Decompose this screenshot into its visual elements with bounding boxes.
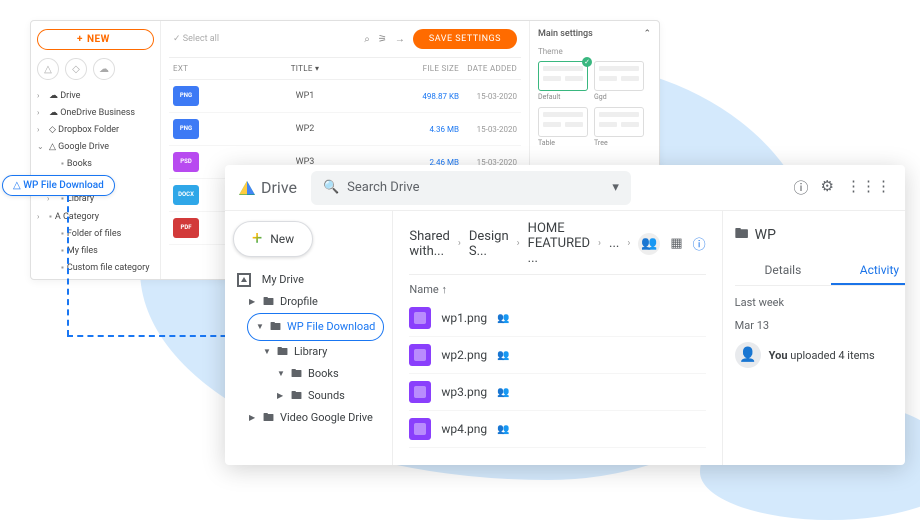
drive-file-list: Shared with...› Design S...› HOME FEATUR… <box>393 211 721 465</box>
gear-icon[interactable]: ⚙ <box>821 177 834 198</box>
wp-sidebar: +NEW △ ◇ ☁ ›☁ Drive ›☁ OneDrive Business… <box>31 21 161 279</box>
activity-you: You <box>769 349 788 362</box>
table-row[interactable]: PNGWP1498.87 KB15-03-2020 <box>169 80 521 113</box>
cloud-icons-row: △ ◇ ☁ <box>37 58 154 80</box>
drive-sidebar: +New My Drive ▶🖿Dropfile ▼🖿WP File Downl… <box>225 211 392 465</box>
search-placeholder: Search Drive <box>347 180 604 195</box>
activity-date: Mar 13 <box>735 319 905 332</box>
tree-books[interactable]: ▪Books <box>47 156 154 173</box>
tree-dropfile[interactable]: ▶🖿Dropfile <box>233 291 384 313</box>
drive-triangle-icon <box>239 181 255 195</box>
list-header[interactable]: Name ↑ <box>409 283 705 296</box>
share-icon[interactable]: 👥 <box>638 233 660 255</box>
search-icon[interactable]: ⌕ <box>364 34 370 45</box>
tree-drive[interactable]: ›☁ Drive <box>37 88 154 105</box>
tree-mydrive[interactable]: My Drive <box>233 269 384 291</box>
wp-file-download-pill[interactable]: △ WP File Download <box>2 175 115 196</box>
theme-label: Theme <box>538 47 651 56</box>
filter-icon[interactable]: ⚞ <box>378 34 387 45</box>
hdr-title[interactable]: TITLE ▾ <box>211 64 399 73</box>
search-drive[interactable]: 🔍 Search Drive ▾ <box>311 171 631 205</box>
connector-line <box>67 196 69 336</box>
collapse-icon[interactable]: ⌃ <box>643 29 651 39</box>
theme-option[interactable]: Table <box>538 107 588 147</box>
theme-option[interactable]: Ggd <box>594 61 644 101</box>
info-tabs: Details Activity <box>735 257 905 286</box>
activity-text: uploaded 4 items <box>790 349 874 362</box>
tree-dropbox[interactable]: ›◇ Dropbox Folder <box>37 122 154 139</box>
section-lastweek: Last week <box>735 296 905 309</box>
tree-sounds[interactable]: ▶🖿Sounds <box>233 385 384 407</box>
crumb-item[interactable]: ... <box>609 236 619 251</box>
google-drive-panel: Drive 🔍 Search Drive ▾ ⓘ ⚙ ⋮⋮⋮ +New My D… <box>225 165 905 465</box>
arrow-icon[interactable]: → <box>395 34 405 45</box>
tree-myfiles[interactable]: ▪My files <box>47 243 154 260</box>
tree-video[interactable]: ▶🖿Video Google Drive <box>233 407 384 429</box>
hdr-size[interactable]: FILE SIZE <box>399 64 459 73</box>
dropbox-icon[interactable]: ◇ <box>65 58 87 80</box>
theme-option[interactable]: Default <box>538 61 588 101</box>
tree-books[interactable]: ▼🖿Books <box>233 363 384 385</box>
drive-file-row[interactable]: wp3.png👥 <box>409 374 705 411</box>
grid-view-icon[interactable]: ▦ <box>670 236 682 251</box>
table-row[interactable]: PNGWP24.36 MB15-03-2020 <box>169 113 521 146</box>
tab-details[interactable]: Details <box>735 257 832 285</box>
search-icon: 🔍 <box>323 180 339 195</box>
tree-acategory[interactable]: ›▪A Category <box>37 209 154 226</box>
drive-new-button[interactable]: +New <box>233 221 313 257</box>
info-icon[interactable]: ⓘ <box>693 234 706 253</box>
onedrive-icon[interactable]: ☁ <box>93 58 115 80</box>
drive-brand-text: Drive <box>261 178 297 197</box>
hdr-ext[interactable]: EXT <box>173 64 211 73</box>
tree-custom[interactable]: ▪Custom file category <box>47 260 154 277</box>
info-panel: 🖿WP × Details Activity Last week Mar 13 … <box>722 211 905 465</box>
connector-line <box>67 335 247 337</box>
drive-file-row[interactable]: wp1.png👥 <box>409 300 705 337</box>
dropdown-icon[interactable]: ▾ <box>612 180 619 195</box>
select-all[interactable]: ✓ Select all <box>173 34 219 44</box>
activity-row: 👤 You uploaded 4 items <box>735 342 905 368</box>
main-settings-label[interactable]: Main settings <box>538 29 593 39</box>
breadcrumb: Shared with...› Design S...› HOME FEATUR… <box>409 221 705 275</box>
hdr-date[interactable]: DATE ADDED <box>459 64 517 73</box>
table-header: EXT TITLE ▾ FILE SIZE DATE ADDED <box>169 58 521 80</box>
drive-file-row[interactable]: wp4.png👥 <box>409 411 705 448</box>
tree-onedrive[interactable]: ›☁ OneDrive Business <box>37 105 154 122</box>
info-title: 🖿WP <box>735 223 776 247</box>
drive-header: Drive 🔍 Search Drive ▾ ⓘ ⚙ ⋮⋮⋮ <box>225 165 905 211</box>
apps-icon[interactable]: ⋮⋮⋮ <box>846 177 891 198</box>
crumb-item[interactable]: Design S... <box>469 229 509 259</box>
tree-google[interactable]: ⌄△ Google Drive <box>37 139 154 156</box>
crumb-item[interactable]: Shared with... <box>409 229 449 259</box>
theme-option[interactable]: Tree <box>594 107 644 147</box>
tree-folderoffiles[interactable]: ▪Folder of files <box>47 226 154 243</box>
save-settings-button[interactable]: SAVE SETTINGS <box>413 29 517 49</box>
new-button[interactable]: +NEW <box>37 29 154 50</box>
tab-activity[interactable]: Activity <box>831 257 905 285</box>
drive-file-row[interactable]: wp2.png👥 <box>409 337 705 374</box>
crumb-item[interactable]: HOME FEATURED ... <box>528 221 590 266</box>
help-icon[interactable]: ⓘ <box>794 177 809 198</box>
tree-library[interactable]: ▼🖿Library <box>233 341 384 363</box>
gdrive-icon[interactable]: △ <box>37 58 59 80</box>
avatar: 👤 <box>735 342 761 368</box>
drive-logo[interactable]: Drive <box>239 178 297 197</box>
drive-tree: My Drive ▶🖿Dropfile ▼🖿WP File Download ▼… <box>233 269 384 429</box>
tree-wpfile-pill[interactable]: ▼🖿WP File Download <box>233 313 384 341</box>
